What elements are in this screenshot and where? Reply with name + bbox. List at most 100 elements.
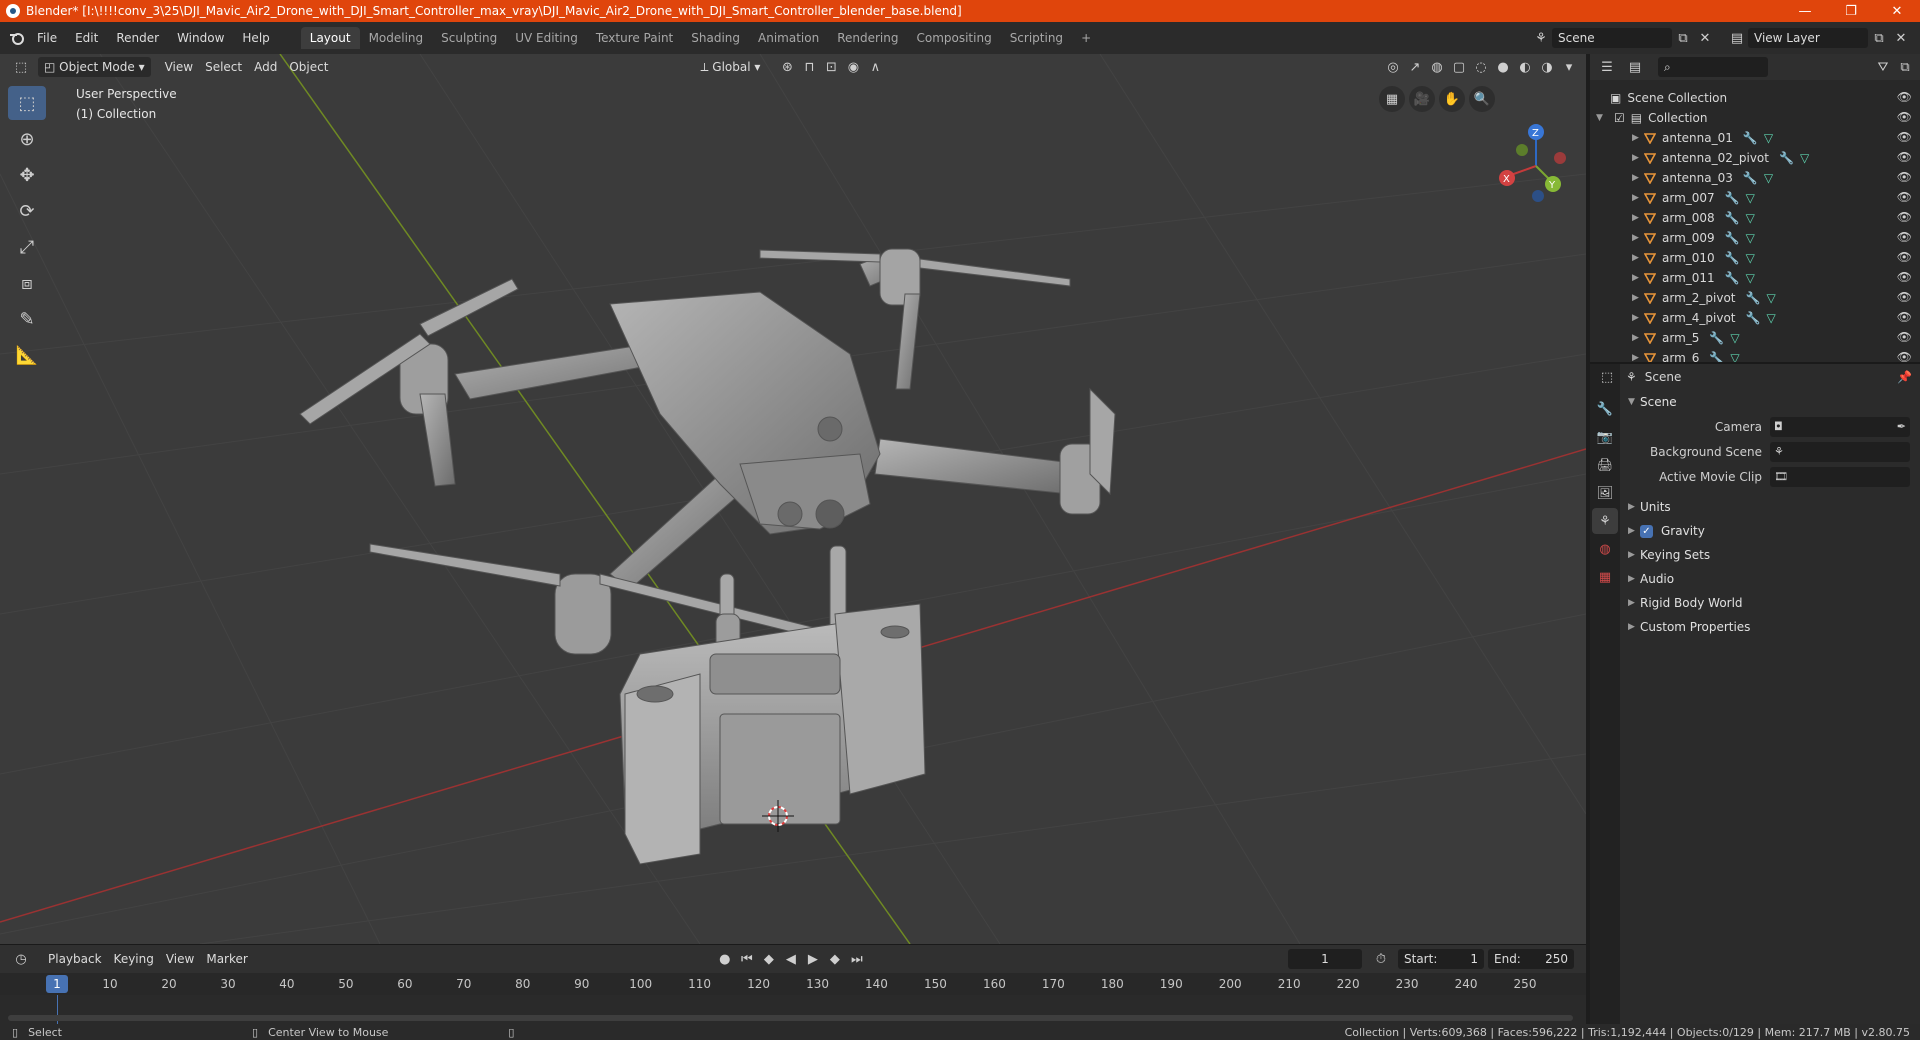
expand-arrow-icon[interactable]: ▶ xyxy=(1632,133,1644,143)
new-view-layer-icon[interactable]: ⧉ xyxy=(1868,28,1890,48)
shading-options-icon[interactable]: ▾ xyxy=(1558,57,1580,77)
zoom-view-icon[interactable]: 🔍 xyxy=(1469,86,1495,112)
transform-orientation[interactable]: ⟂ Global ▾ xyxy=(694,57,766,77)
maximize-button[interactable]: ❐ xyxy=(1828,0,1874,22)
falloff-icon[interactable]: ∧ xyxy=(864,57,886,77)
display-mode-icon[interactable]: ▤ xyxy=(1624,57,1646,77)
outliner-search-input[interactable]: ⌕ xyxy=(1658,57,1768,77)
remove-scene-icon[interactable]: ✕ xyxy=(1694,28,1716,48)
outliner[interactable]: ☰ ▤ ⌕ ⛛ ⧉ ▣ Scene Collection 👁 ▼ ☑ ▤ Collectio… xyxy=(1590,54,1920,365)
pin-icon[interactable]: 📌 xyxy=(1897,370,1912,384)
collection-checkbox[interactable]: ☑ xyxy=(1614,111,1625,125)
cursor-tool-icon[interactable]: ⊕ xyxy=(8,122,46,156)
modifier-wrench-icon[interactable]: 🔧 xyxy=(1709,331,1724,345)
output-tab-icon[interactable]: 🖨 xyxy=(1592,452,1618,478)
mesh-data-icon[interactable]: ▽ xyxy=(1730,331,1739,345)
visibility-eye-icon[interactable]: 👁 xyxy=(1897,150,1912,164)
filter-icon[interactable]: ⛛ xyxy=(1872,57,1894,77)
render-tab-icon[interactable]: 📷 xyxy=(1592,424,1618,450)
visibility-eye-icon[interactable]: 👁 xyxy=(1897,230,1912,244)
tab-rendering[interactable]: Rendering xyxy=(828,27,907,49)
outliner-item-row[interactable]: ▶ arm_2_pivot 🔧 ▽ 👁 xyxy=(1590,288,1920,308)
scale-tool-icon[interactable]: ⤢ xyxy=(8,230,46,264)
timeline-scrollbar[interactable] xyxy=(8,1015,1573,1021)
pivot-icon[interactable]: ⊛ xyxy=(776,57,798,77)
menu-help[interactable]: Help xyxy=(233,27,278,49)
close-button[interactable]: ✕ xyxy=(1874,0,1920,22)
outliner-item-row[interactable]: ▶ arm_4_pivot 🔧 ▽ 👁 xyxy=(1590,308,1920,328)
next-keyframe-icon[interactable]: ◆ xyxy=(824,949,846,969)
remove-view-layer-icon[interactable]: ✕ xyxy=(1890,28,1912,48)
rendered-shading-icon[interactable]: ◑ xyxy=(1536,57,1558,77)
outliner-item-row[interactable]: ▶ arm_011 🔧 ▽ 👁 xyxy=(1590,268,1920,288)
visibility-eye-icon[interactable]: 👁 xyxy=(1897,90,1912,104)
modifier-wrench-icon[interactable]: 🔧 xyxy=(1746,311,1761,325)
timeline-menu-playback[interactable]: Playback xyxy=(42,949,108,969)
view-layer-tab-icon[interactable]: 🖼 xyxy=(1592,480,1618,506)
modifier-wrench-icon[interactable]: 🔧 xyxy=(1743,171,1758,185)
modifier-wrench-icon[interactable]: 🔧 xyxy=(1743,131,1758,145)
expand-arrow-icon[interactable]: ▶ xyxy=(1632,193,1644,203)
mesh-data-icon[interactable]: ▽ xyxy=(1746,251,1755,265)
tab-animation[interactable]: Animation xyxy=(749,27,828,49)
mesh-data-icon[interactable]: ▽ xyxy=(1746,231,1755,245)
gizmo-toggle-icon[interactable]: ↗ xyxy=(1404,57,1426,77)
editor-type-icon[interactable]: ⬚ xyxy=(10,57,32,77)
visibility-eye-icon[interactable]: 👁 xyxy=(1897,310,1912,324)
wireframe-shading-icon[interactable]: ◌ xyxy=(1470,57,1492,77)
record-icon[interactable]: ● xyxy=(714,949,736,969)
visibility-icon[interactable]: ◎ xyxy=(1382,57,1404,77)
visibility-eye-icon[interactable]: 👁 xyxy=(1897,130,1912,144)
custom-properties-panel-header[interactable]: ▶ Custom Properties xyxy=(1620,615,1920,639)
select-box-tool-icon[interactable]: ⬚ xyxy=(8,86,46,120)
jump-start-icon[interactable]: ⏮ xyxy=(736,949,758,969)
annotate-tool-icon[interactable]: ✎ xyxy=(8,302,46,336)
scene-collection-row[interactable]: ▣ Scene Collection 👁 xyxy=(1590,88,1920,108)
measure-tool-icon[interactable]: 📐 xyxy=(8,338,46,372)
outliner-item-row[interactable]: ▶ antenna_02_pivot 🔧 ▽ 👁 xyxy=(1590,148,1920,168)
timeline-menu-marker[interactable]: Marker xyxy=(200,949,253,969)
units-panel-header[interactable]: ▶ Units xyxy=(1620,495,1920,519)
3d-viewport[interactable]: Z X Y ⬚ ◰ Object Mode ▾ View Select Add … xyxy=(0,54,1586,944)
timeline-editor[interactable]: ◷ Playback Keying View Marker ● ⏮ ◆ ◀ ▶ … xyxy=(0,944,1586,1025)
rotate-tool-icon[interactable]: ⟳ xyxy=(8,194,46,228)
solid-shading-icon[interactable]: ● xyxy=(1492,57,1514,77)
visibility-eye-icon[interactable]: 👁 xyxy=(1897,170,1912,184)
expand-arrow-icon[interactable]: ▶ xyxy=(1632,273,1644,283)
scene-panel-header[interactable]: ▼ Scene xyxy=(1620,390,1920,414)
blender-menu-icon[interactable] xyxy=(6,28,28,48)
visibility-eye-icon[interactable]: 👁 xyxy=(1897,190,1912,204)
jump-end-icon[interactable]: ⏭ xyxy=(846,949,868,969)
modifier-wrench-icon[interactable]: 🔧 xyxy=(1779,151,1794,165)
overlays-icon[interactable]: ◍ xyxy=(1426,57,1448,77)
modifier-wrench-icon[interactable]: 🔧 xyxy=(1746,291,1761,305)
visibility-eye-icon[interactable]: 👁 xyxy=(1897,330,1912,344)
menu-render[interactable]: Render xyxy=(107,27,168,49)
viewport-menu-add[interactable]: Add xyxy=(248,57,283,77)
properties-editor-type-icon[interactable]: ⬚ xyxy=(1596,367,1618,387)
play-icon[interactable]: ▶ xyxy=(802,949,824,969)
tab-shading[interactable]: Shading xyxy=(682,27,749,49)
mesh-data-icon[interactable]: ▽ xyxy=(1764,171,1773,185)
modifier-wrench-icon[interactable]: 🔧 xyxy=(1725,211,1740,225)
outliner-editor-type-icon[interactable]: ☰ xyxy=(1596,57,1618,77)
new-collection-icon[interactable]: ⧉ xyxy=(1894,57,1916,77)
gravity-panel-header[interactable]: ▶ ✓ Gravity xyxy=(1620,519,1920,543)
outliner-item-row[interactable]: ▶ antenna_01 🔧 ▽ 👁 xyxy=(1590,128,1920,148)
view-layer-selector[interactable]: View Layer xyxy=(1748,28,1868,48)
viewport-menu-object[interactable]: Object xyxy=(283,57,334,77)
current-frame-marker[interactable]: 1 xyxy=(46,975,68,993)
xray-icon[interactable]: ▢ xyxy=(1448,57,1470,77)
properties-editor[interactable]: 🔧 📷 🖨 🖼 ⚘ ◍ ▦ ⬚ ⚘ Scene 📌 ▼ Scene Camera… xyxy=(1590,362,1920,1026)
expand-arrow-icon[interactable]: ▶ xyxy=(1632,253,1644,263)
mesh-data-icon[interactable]: ▽ xyxy=(1764,131,1773,145)
expand-arrow-icon[interactable]: ▶ xyxy=(1632,233,1644,243)
visibility-eye-icon[interactable]: 👁 xyxy=(1897,250,1912,264)
mode-selector[interactable]: ◰ Object Mode ▾ xyxy=(38,57,151,77)
timeline-menu-keying[interactable]: Keying xyxy=(108,949,160,969)
mesh-data-icon[interactable]: ▽ xyxy=(1800,151,1809,165)
start-frame-field[interactable]: Start: 1 xyxy=(1398,949,1484,969)
expand-arrow-icon[interactable]: ▼ xyxy=(1596,113,1608,123)
current-frame-field[interactable]: 1 xyxy=(1288,949,1362,969)
scene-tab-icon[interactable]: ⚘ xyxy=(1592,508,1618,534)
